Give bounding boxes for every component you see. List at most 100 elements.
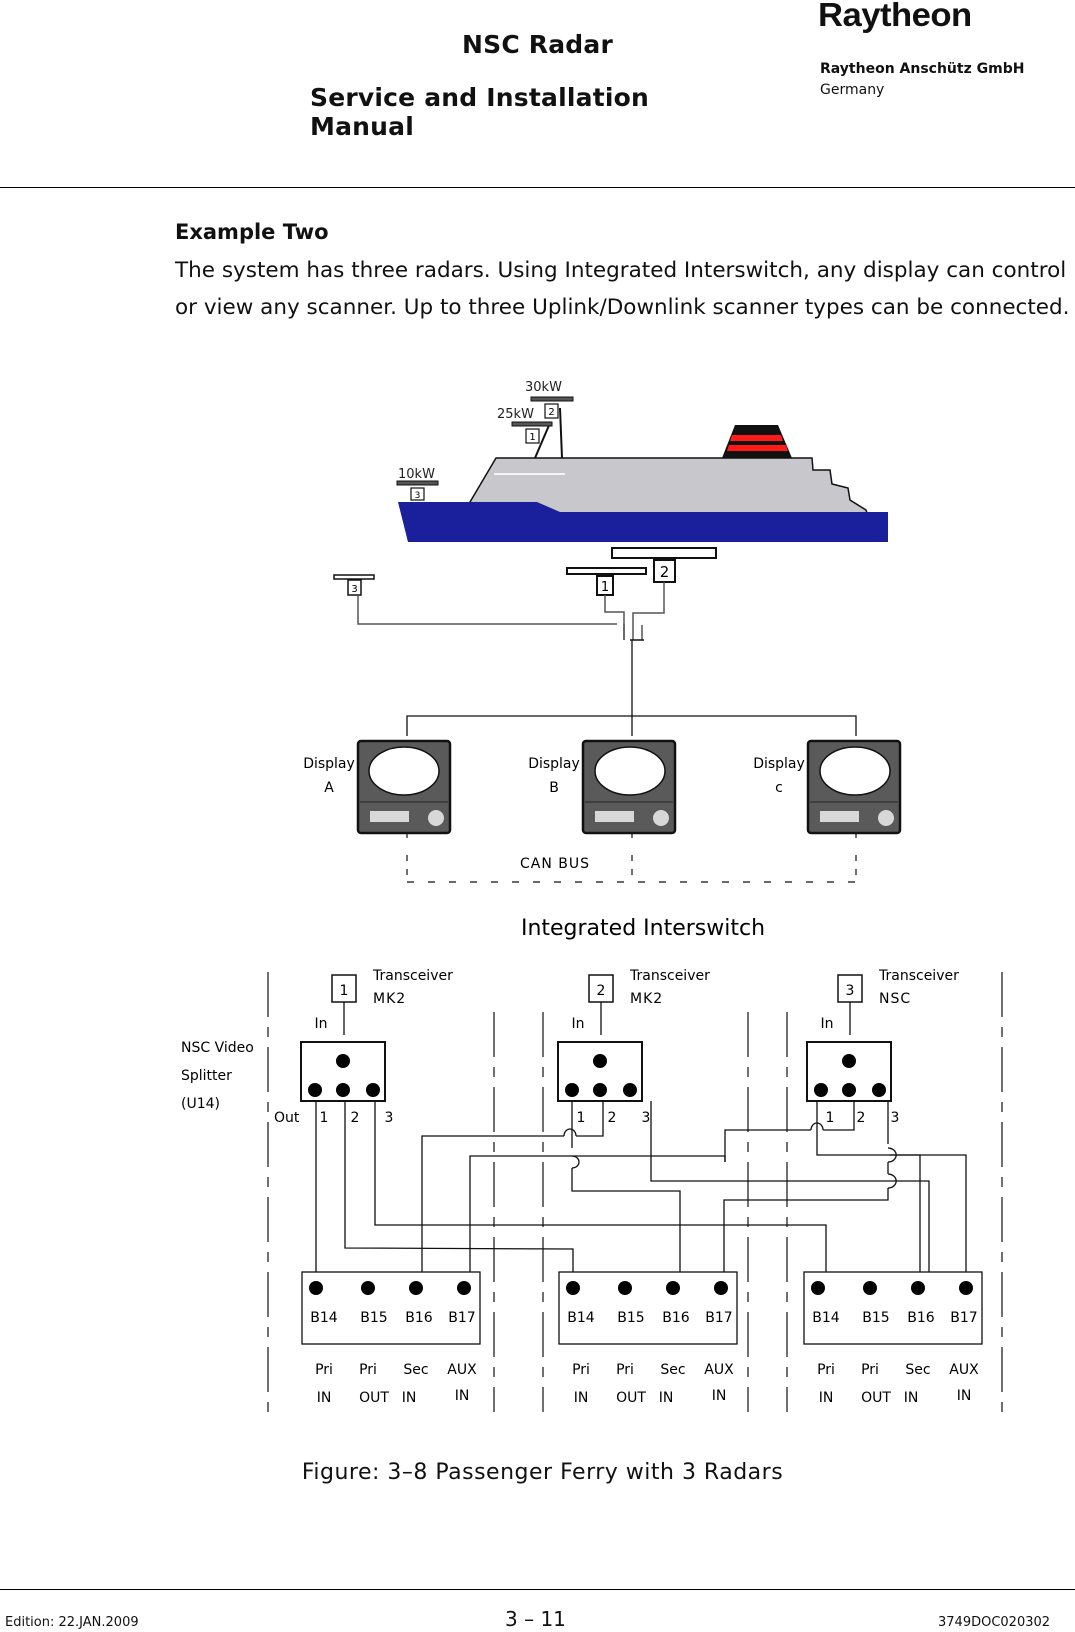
ship-scanner-3: 3 10kW <box>396 467 439 501</box>
section-dividers <box>267 972 1003 1412</box>
edition-date: Edition: 22.JAN.2009 <box>5 1615 139 1630</box>
connector-pin <box>566 1281 580 1295</box>
output-number: 2 <box>857 1110 866 1126</box>
in-label: In <box>571 1016 584 1032</box>
output-port <box>366 1083 380 1097</box>
pin-function-label: IN <box>712 1388 727 1404</box>
pin-function-label: AUX <box>704 1362 734 1378</box>
pin-function-label: Pri <box>359 1362 377 1378</box>
footer-divider <box>0 1589 1075 1590</box>
interswitch-units: 1 Transceiver MK2 In 1 2 3 Out 2 Transceiver MK2 In… <box>274 968 959 1126</box>
pin-function-label: Pri <box>315 1362 333 1378</box>
pin-function-label: IN <box>574 1390 589 1406</box>
connector-pin <box>457 1281 471 1295</box>
pin-label: B16 <box>662 1310 690 1326</box>
display-label: Display <box>303 756 355 772</box>
output-port <box>336 1083 350 1097</box>
output-number: 3 <box>385 1110 394 1126</box>
pin-function-label: AUX <box>447 1362 477 1378</box>
pin-label: B14 <box>812 1310 840 1326</box>
pin-function-label: OUT <box>861 1390 891 1406</box>
connector-pin <box>811 1281 825 1295</box>
display-label: B <box>549 780 559 796</box>
can-bus <box>406 833 857 883</box>
display-label: Display <box>753 756 805 772</box>
transceiver-unit-2: 2 Transceiver MK2 In 1 2 3 <box>557 968 710 1126</box>
scanner-number: 3 <box>351 584 357 595</box>
pin-label: B17 <box>950 1310 977 1326</box>
pin-function-label: Sec <box>905 1362 930 1378</box>
connector-pin <box>409 1281 423 1295</box>
connector-block-1: B14 B15 B16 B17 Pri IN Pri OUT Sec IN AUX IN <box>301 1271 481 1406</box>
scanner-number: 1 <box>601 580 609 595</box>
transceiver-number: 2 <box>597 983 606 999</box>
connector-block-3: B14 B15 B16 B17 Pri IN Pri OUT Sec IN AUX IN <box>803 1271 983 1406</box>
scanner-power-label: 25kW <box>497 407 534 422</box>
output-port <box>842 1083 856 1097</box>
output-port <box>872 1083 886 1097</box>
connector-pin <box>863 1281 877 1295</box>
pin-function-label: IN <box>659 1390 674 1406</box>
transceiver-number: 3 <box>846 983 855 999</box>
output-port <box>308 1083 322 1097</box>
splitter-label: Splitter <box>181 1068 232 1084</box>
connector-box <box>803 1271 983 1345</box>
pin-label: B15 <box>617 1310 644 1326</box>
pin-function-label: IN <box>904 1390 919 1406</box>
pin-label: B16 <box>907 1310 935 1326</box>
transceiver-number: 1 <box>340 983 349 999</box>
connector-block-2: B14 B15 B16 B17 Pri IN Pri OUT Sec IN AUX IN <box>558 1271 738 1406</box>
connector-box <box>301 1271 481 1345</box>
display-label: A <box>324 780 334 796</box>
pin-function-label: Sec <box>660 1362 685 1378</box>
connector-pin <box>361 1281 375 1295</box>
connector-pin <box>959 1281 973 1295</box>
ship-funnel <box>722 425 792 458</box>
pin-label: B15 <box>862 1310 889 1326</box>
output-port <box>814 1083 828 1097</box>
pin-label: B17 <box>705 1310 732 1326</box>
pin-function-label: Pri <box>817 1362 835 1378</box>
interswitch-wiring <box>315 1101 967 1272</box>
scanner-number: 2 <box>660 563 670 581</box>
output-number: 3 <box>642 1110 651 1126</box>
input-port <box>842 1054 856 1068</box>
in-label: In <box>820 1016 833 1032</box>
pin-function-label: OUT <box>359 1390 389 1406</box>
output-number: 1 <box>577 1110 586 1126</box>
can-bus-label: CAN BUS <box>520 856 590 872</box>
display-b: Display B <box>528 739 677 835</box>
output-number: 1 <box>320 1110 329 1126</box>
connector-pin <box>714 1281 728 1295</box>
scanner-number: 3 <box>415 491 421 501</box>
splitter-label: (U14) <box>181 1096 220 1112</box>
output-number: 3 <box>891 1110 900 1126</box>
output-number: 2 <box>351 1110 360 1126</box>
pin-label: B15 <box>360 1310 387 1326</box>
scanner-number: 1 <box>529 432 535 443</box>
scanner-power-label: 30kW <box>525 380 562 395</box>
output-port <box>593 1083 607 1097</box>
connector-box <box>558 1271 738 1345</box>
display-c: Display c <box>753 739 902 835</box>
transceiver-unit-3: 3 Transceiver NSC In 1 2 3 <box>806 968 959 1126</box>
transceiver-unit-1: 1 Transceiver MK2 In 1 2 3 Out <box>274 968 453 1126</box>
figure-diagram: 2 30kW 1 25kW 3 10kW 2 1 3 Display A Dis… <box>181 380 1003 1412</box>
pin-function-label: IN <box>455 1388 470 1404</box>
document-number: 3749DOC020302 <box>938 1615 1051 1630</box>
display-label: Display <box>528 756 580 772</box>
ferry-illustration: 2 30kW 1 25kW 3 10kW <box>396 380 888 542</box>
splitter-label: NSC Video <box>181 1040 254 1056</box>
input-port <box>336 1054 350 1068</box>
transceiver-label: Transceiver <box>878 968 959 984</box>
display-label: c <box>775 780 783 796</box>
connector-pin <box>666 1281 680 1295</box>
pin-function-label: IN <box>402 1390 417 1406</box>
transceiver-label: Transceiver <box>629 968 710 984</box>
connector-pin <box>618 1281 632 1295</box>
pin-label: B17 <box>448 1310 475 1326</box>
pin-function-label: IN <box>957 1388 972 1404</box>
scanner-power-label: 10kW <box>398 467 435 482</box>
transceiver-model: NSC <box>879 991 911 1007</box>
connector-pin <box>309 1281 323 1295</box>
